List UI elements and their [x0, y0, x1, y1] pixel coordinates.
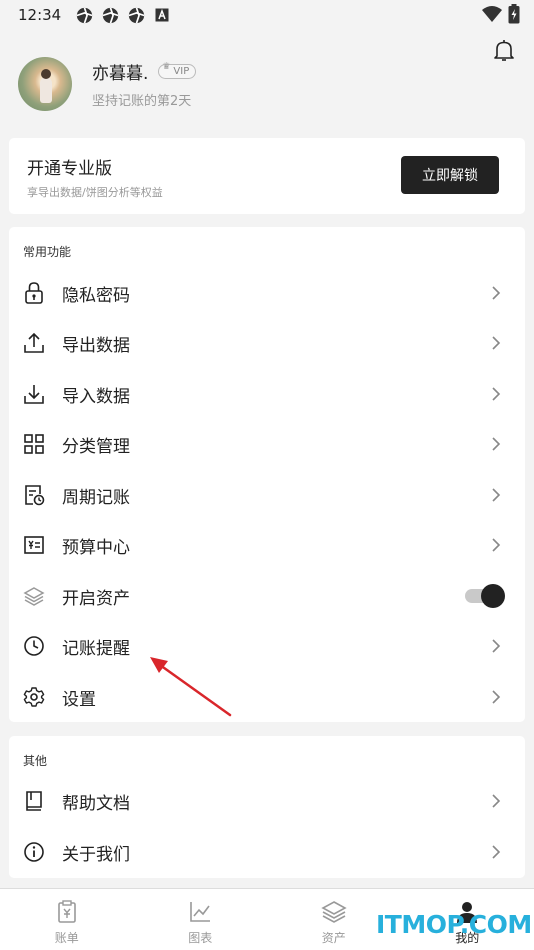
chevron-right-icon: [491, 638, 501, 654]
menu-item-category-management[interactable]: 分类管理: [9, 419, 525, 469]
info-icon: [22, 840, 46, 864]
menu-label: 分类管理: [62, 436, 130, 457]
common-functions-card: 常用功能 隐私密码 导出数据 导入数据 分类管理 周期记账 预算中心 开启资产 …: [9, 227, 525, 722]
pro-subtitle: 享导出数据/饼图分析等权益: [27, 186, 163, 199]
chevron-right-icon: [491, 285, 501, 301]
chevron-right-icon: [491, 689, 501, 705]
menu-label: 隐私密码: [62, 285, 130, 306]
tab-bills[interactable]: 账单: [0, 889, 134, 950]
watermark: ITMOP.COM: [376, 910, 532, 939]
section-title-common: 常用功能: [23, 245, 72, 259]
chevron-right-icon: [491, 537, 501, 553]
a-box-icon: [153, 6, 171, 24]
pro-upgrade-card: 开通专业版 享导出数据/饼图分析等权益 立即解锁: [9, 138, 525, 214]
lock-icon: [22, 281, 46, 305]
menu-label: 帮助文档: [62, 793, 130, 814]
chevron-right-icon: [491, 844, 501, 860]
book-icon: [22, 789, 46, 813]
username: 亦暮暮.: [92, 64, 149, 84]
menu-item-privacy-password[interactable]: 隐私密码: [9, 268, 525, 318]
tab-label: 账单: [54, 931, 79, 945]
battery-charging-icon: [508, 4, 520, 28]
grid-icon: [22, 432, 46, 456]
menu-label: 预算中心: [62, 537, 130, 558]
yen-card-icon: [22, 533, 46, 557]
status-time: 12:34: [18, 6, 62, 24]
annotation-arrow: [150, 657, 232, 717]
streak-text: 坚持记账的第2天: [92, 94, 192, 109]
clock-icon: [22, 634, 46, 658]
layers-icon: [22, 584, 46, 608]
menu-item-about-us[interactable]: 关于我们: [9, 827, 525, 877]
unlock-button[interactable]: 立即解锁: [401, 156, 499, 194]
chevron-right-icon: [491, 386, 501, 402]
chart-icon: [187, 899, 213, 925]
menu-label: 设置: [62, 689, 96, 710]
gear-icon: [22, 685, 46, 709]
aperture-icon: [75, 6, 93, 24]
profile-header[interactable]: 亦暮暮. ♛ VIP 坚持记账的第2天: [18, 52, 518, 116]
chevron-right-icon: [491, 487, 501, 503]
assets-toggle[interactable]: [465, 584, 505, 608]
download-icon: [22, 382, 46, 406]
menu-item-settings[interactable]: 设置: [9, 672, 525, 722]
vip-badge-label: VIP: [173, 66, 190, 77]
tab-charts[interactable]: 图表: [134, 889, 268, 950]
section-title-other: 其他: [23, 754, 48, 768]
status-bar: 12:34: [0, 0, 534, 30]
menu-item-enable-assets: 开启资产: [9, 571, 525, 621]
menu-label: 周期记账: [62, 487, 130, 508]
vip-badge: ♛ VIP: [158, 62, 197, 79]
chevron-right-icon: [491, 793, 501, 809]
other-card: 其他 帮助文档 关于我们: [9, 736, 525, 878]
menu-label: 关于我们: [62, 844, 130, 865]
wifi-icon: [482, 5, 502, 27]
tab-label: 资产: [321, 931, 346, 945]
upload-icon: [22, 331, 46, 355]
recurring-doc-icon: [22, 483, 46, 507]
menu-label: 记账提醒: [62, 638, 130, 659]
status-right: [482, 4, 520, 28]
menu-label: 导出数据: [62, 335, 130, 356]
menu-label: 导入数据: [62, 386, 130, 407]
chevron-right-icon: [491, 335, 501, 351]
aperture-icon: [127, 6, 145, 24]
layers-icon: [321, 899, 347, 925]
menu-item-import-data[interactable]: 导入数据: [9, 369, 525, 419]
menu-label: 开启资产: [62, 588, 130, 609]
chevron-right-icon: [491, 436, 501, 452]
menu-item-export-data[interactable]: 导出数据: [9, 318, 525, 368]
tab-label: 图表: [188, 931, 213, 945]
bill-icon: [54, 899, 80, 925]
menu-item-recurring-bookkeeping[interactable]: 周期记账: [9, 470, 525, 520]
menu-item-budget-center[interactable]: 预算中心: [9, 520, 525, 570]
pro-title: 开通专业版: [27, 159, 112, 179]
menu-item-bookkeeping-reminder[interactable]: 记账提醒: [9, 621, 525, 671]
menu-item-help-docs[interactable]: 帮助文档: [9, 776, 525, 826]
aperture-icon: [101, 6, 119, 24]
avatar[interactable]: [18, 57, 72, 111]
crown-icon: ♛: [162, 62, 171, 72]
